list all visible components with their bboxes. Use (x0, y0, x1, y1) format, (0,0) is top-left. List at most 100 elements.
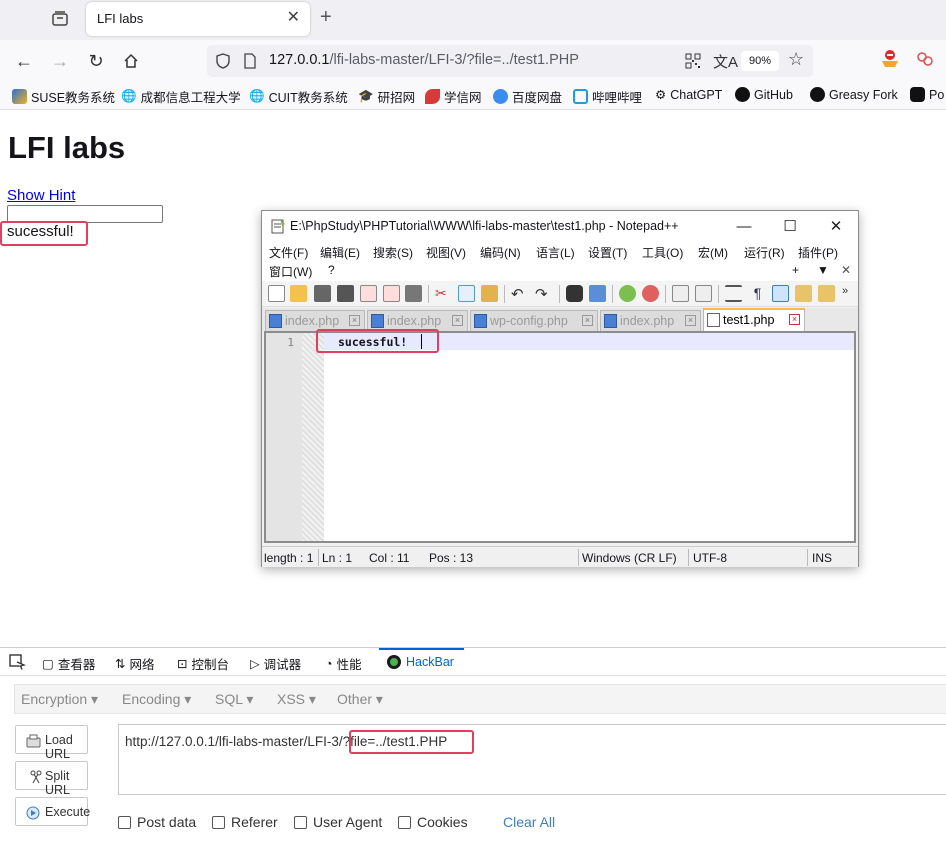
show-hint-link[interactable]: Show Hint (7, 187, 75, 204)
bookmark-suse[interactable]: SUSE教务系统 (12, 87, 115, 106)
new-file-icon[interactable] (268, 285, 285, 302)
menu-edit[interactable]: 编辑(E) (320, 244, 360, 261)
menu-other[interactable]: Other ▾ (337, 691, 383, 708)
save-icon[interactable] (314, 285, 331, 302)
minimize-icon[interactable]: — (724, 214, 764, 238)
tab-close-icon[interactable]: × (685, 315, 696, 326)
menu-tools[interactable]: 工具(O) (642, 244, 683, 261)
paste-icon[interactable] (481, 285, 498, 302)
file-tab[interactable]: wp-config.php × (470, 310, 598, 331)
bookmark-po[interactable]: Po (910, 87, 944, 102)
zoom-level-badge[interactable]: 90% (741, 51, 779, 71)
zoom-out-icon[interactable] (642, 285, 659, 302)
close-file-icon[interactable] (360, 285, 377, 302)
udl-icon[interactable] (795, 285, 812, 302)
bookmark-xuexin[interactable]: 学信网 (425, 87, 482, 106)
menu-close-doc-icon[interactable]: ✕ (841, 263, 851, 277)
word-wrap-icon[interactable] (725, 285, 742, 302)
close-window-icon[interactable]: ✕ (816, 214, 856, 238)
sync-v-icon[interactable] (672, 285, 689, 302)
url-text[interactable]: 127.0.0.1/lfi-labs-master/LFI-3/?file=..… (269, 52, 579, 68)
file-tab[interactable]: index.php × (367, 310, 468, 331)
element-picker-icon[interactable] (8, 653, 26, 671)
menu-encryption[interactable]: Encryption ▾ (21, 691, 98, 708)
tab-network[interactable]: ⇅ 网络 (115, 654, 155, 673)
bookmark-chatgpt[interactable]: ⚙ ChatGPT (655, 87, 722, 103)
extension-icon-2[interactable] (915, 50, 935, 71)
checkbox[interactable] (212, 815, 225, 829)
extension-icon[interactable] (880, 49, 900, 72)
menu-xss[interactable]: XSS ▾ (277, 691, 316, 708)
open-file-icon[interactable] (290, 285, 307, 302)
indent-guide-icon[interactable] (772, 285, 789, 302)
checkbox[interactable] (118, 815, 131, 829)
qr-code-icon[interactable] (685, 53, 701, 72)
tab-close-icon[interactable]: ✕ (287, 9, 300, 27)
tab-close-icon[interactable]: × (789, 314, 800, 325)
menu-view[interactable]: 视图(V) (426, 244, 466, 261)
forward-arrow-icon[interactable]: → (49, 50, 71, 72)
checkbox[interactable] (398, 815, 411, 829)
menu-encoding[interactable]: 编码(N) (480, 244, 521, 261)
load-url-button[interactable]: Load URL (15, 725, 88, 761)
post-data-checkbox[interactable]: Post data (118, 814, 196, 830)
translate-icon[interactable]: 文A (713, 51, 738, 72)
reload-icon[interactable]: ↻ (85, 50, 107, 72)
tab-close-icon[interactable]: × (452, 315, 463, 326)
bookmark-yanzhao[interactable]: 🎓 研招网 (358, 87, 415, 106)
referer-checkbox[interactable]: Referer (212, 814, 278, 830)
checkbox[interactable] (294, 815, 307, 829)
close-all-icon[interactable] (383, 285, 400, 302)
save-all-icon[interactable] (337, 285, 354, 302)
page-info-icon[interactable] (243, 53, 257, 72)
execute-button[interactable]: Execute (15, 797, 90, 826)
more-tools-icon[interactable]: » (842, 285, 859, 302)
new-tab-icon[interactable]: + (320, 6, 332, 29)
tab-console[interactable]: ⊡ 控制台 (177, 654, 229, 673)
menu-macro[interactable]: 宏(M) (698, 244, 728, 261)
zoom-in-icon[interactable] (619, 285, 636, 302)
menu-language[interactable]: 语言(L) (536, 244, 575, 261)
menu-file[interactable]: 文件(F) (269, 244, 308, 261)
menu-search[interactable]: 搜索(S) (373, 244, 413, 261)
undo-icon[interactable]: ↶ (511, 285, 528, 303)
maximize-icon[interactable]: ☐ (770, 214, 810, 238)
file-tab-active[interactable]: test1.php × (703, 308, 805, 331)
sync-h-icon[interactable] (695, 285, 712, 302)
menu-dropdown-icon[interactable]: ▼ (817, 263, 829, 277)
menu-encoding[interactable]: Encoding ▾ (122, 691, 191, 708)
bookmark-bilibili[interactable]: 哔哩哔哩 (573, 87, 642, 106)
find-icon[interactable] (566, 285, 583, 302)
hackbar-url-textarea[interactable]: http://127.0.0.1/lfi-labs-master/LFI-3/?… (118, 724, 946, 795)
split-url-button[interactable]: Split URL (15, 761, 88, 797)
home-icon[interactable] (120, 50, 142, 72)
tab-inspector[interactable]: ▢ 查看器 (42, 654, 95, 673)
copy-icon[interactable] (458, 285, 475, 302)
tab-hackbar[interactable]: HackBar (386, 654, 454, 670)
menu-sql[interactable]: SQL ▾ (215, 691, 253, 708)
bookmark-greasyfork[interactable]: Greasy Fork (810, 87, 898, 102)
bookmark-github[interactable]: GitHub (735, 87, 793, 102)
show-all-chars-icon[interactable]: ¶ (749, 285, 766, 302)
npp-editor[interactable]: 1 sucessful! (264, 331, 856, 543)
menu-settings[interactable]: 设置(T) (588, 244, 627, 261)
cut-icon[interactable]: ✂ (435, 285, 452, 302)
shield-icon[interactable] (215, 52, 231, 73)
bookmark-cuit[interactable]: 🌐 成都信息工程大学 (121, 87, 241, 106)
tab-debugger[interactable]: ▷ 调试器 (250, 654, 301, 673)
tab-overview-icon[interactable] (50, 10, 70, 28)
menu-add-icon[interactable]: + (792, 263, 799, 277)
tab-performance[interactable]: ◔ 性能 (325, 654, 362, 673)
file-tab[interactable]: index.php × (600, 310, 701, 331)
menu-window[interactable]: 窗口(W) (269, 263, 312, 280)
bookmark-star-icon[interactable]: ☆ (788, 49, 804, 70)
print-icon[interactable] (405, 285, 422, 302)
back-arrow-icon[interactable]: ← (13, 50, 35, 72)
browser-tab-active[interactable]: LFI labs ✕ (86, 2, 310, 36)
tab-close-icon[interactable]: × (582, 315, 593, 326)
menu-plugins[interactable]: 插件(P) (798, 244, 838, 261)
tab-close-icon[interactable]: × (349, 315, 360, 326)
replace-icon[interactable] (589, 285, 606, 302)
clear-all-link[interactable]: Clear All (503, 814, 555, 830)
menu-help[interactable]: ? (328, 263, 335, 277)
